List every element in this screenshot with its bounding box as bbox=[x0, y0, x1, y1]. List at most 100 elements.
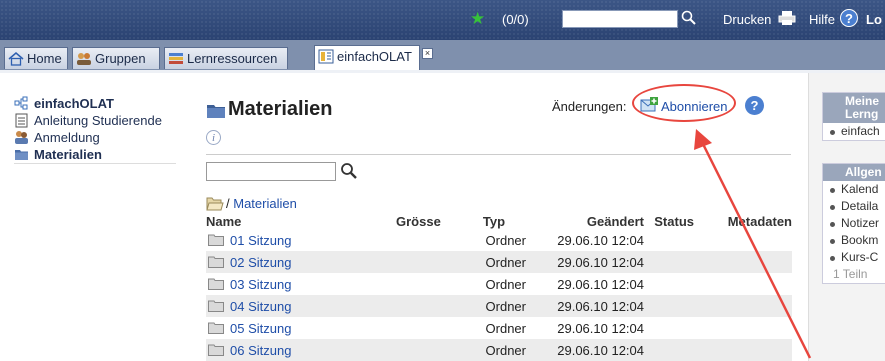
table-row: 04 Sitzung Ordner 29.06.10 12:04 bbox=[206, 295, 792, 317]
sidebar-link[interactable]: Bookm bbox=[823, 232, 885, 249]
sidebar-link[interactable]: Kalend bbox=[823, 181, 885, 198]
box-title: Meine Lerng bbox=[823, 93, 885, 123]
nav-item-label: Materialien bbox=[34, 147, 102, 162]
tab-bar: Home Gruppen Lernressourcen einfachOLAT … bbox=[0, 40, 885, 73]
file-size bbox=[396, 251, 462, 273]
file-modified: 29.06.10 12:04 bbox=[526, 339, 644, 361]
file-name[interactable]: 05 Sitzung bbox=[206, 317, 396, 339]
file-type: Ordner bbox=[462, 339, 526, 361]
sidebar-link[interactable]: einfach bbox=[823, 123, 885, 140]
column-modified[interactable]: Geändert bbox=[526, 213, 644, 229]
nav-item-label: Anmeldung bbox=[34, 130, 100, 145]
highlight-circle bbox=[632, 84, 736, 122]
arrow-head bbox=[694, 129, 712, 150]
file-name-label: 01 Sitzung bbox=[230, 232, 292, 248]
file-modified: 29.06.10 12:04 bbox=[526, 295, 644, 317]
table-row: 01 Sitzung Ordner 29.06.10 12:04 bbox=[206, 229, 792, 251]
folder-icon bbox=[208, 234, 224, 246]
folder-icon bbox=[208, 322, 224, 334]
table-row: 03 Sitzung Ordner 29.06.10 12:04 bbox=[206, 273, 792, 295]
breadcrumb-current[interactable]: Materialien bbox=[233, 196, 297, 211]
file-name[interactable]: 01 Sitzung bbox=[206, 229, 396, 251]
print-link[interactable]: Drucken bbox=[723, 12, 771, 27]
course-tree-icon bbox=[14, 96, 28, 110]
file-type: Ordner bbox=[462, 251, 526, 273]
printer-icon[interactable] bbox=[778, 10, 796, 26]
breadcrumb-root[interactable]: / bbox=[226, 196, 230, 211]
file-modified: 29.06.10 12:04 bbox=[557, 232, 644, 248]
folder-icon bbox=[208, 300, 224, 312]
file-name-label: 04 Sitzung bbox=[230, 298, 292, 314]
help-icon[interactable]: ? bbox=[840, 9, 858, 27]
tab-learning-resources[interactable]: Lernressourcen bbox=[164, 47, 288, 69]
sidebar-link[interactable]: Detaila bbox=[823, 198, 885, 215]
page-title: Materialien bbox=[228, 98, 333, 120]
help-link[interactable]: Hilfe bbox=[809, 12, 835, 27]
home-icon bbox=[8, 52, 24, 66]
file-type: Ordner bbox=[462, 295, 526, 317]
groups-icon bbox=[77, 53, 91, 65]
column-name[interactable]: Name bbox=[206, 213, 396, 229]
my-learning-groups-box: Meine Lerng einfach bbox=[822, 92, 885, 141]
nav-item-materials[interactable]: Materialien bbox=[14, 146, 176, 164]
search-icon[interactable] bbox=[339, 161, 359, 181]
help-icon[interactable]: ? bbox=[745, 96, 764, 115]
column-size[interactable]: Grösse bbox=[396, 213, 462, 229]
folder-icon bbox=[208, 256, 224, 268]
changes-label: Änderungen: bbox=[552, 99, 627, 114]
file-size bbox=[396, 317, 462, 339]
folder-icon bbox=[208, 278, 224, 290]
tab-einfacholat[interactable]: einfachOLAT bbox=[314, 45, 420, 70]
file-name[interactable]: 03 Sitzung bbox=[206, 273, 396, 295]
box-title: Allgen bbox=[823, 164, 885, 181]
table-row: 05 Sitzung Ordner 29.06.10 12:04 bbox=[206, 317, 792, 339]
column-metadata[interactable]: Metadaten bbox=[694, 213, 792, 229]
file-name-label: 02 Sitzung bbox=[230, 254, 292, 270]
nav-item-guide[interactable]: Anleitung Studierende bbox=[14, 112, 176, 129]
tab-groups[interactable]: Gruppen bbox=[72, 47, 160, 69]
file-name-label: 03 Sitzung bbox=[230, 276, 292, 292]
file-size bbox=[396, 229, 462, 251]
global-search-input[interactable] bbox=[562, 10, 678, 28]
participants-count: 1 Teiln bbox=[833, 267, 868, 281]
box-title-line2: Lerng bbox=[845, 107, 879, 121]
course-navigation: einfachOLAT Anleitung Studierende Anmeld… bbox=[14, 95, 176, 164]
folder-search-input[interactable] bbox=[206, 162, 336, 181]
sidebar-link[interactable]: Kurs-C bbox=[823, 249, 885, 266]
bookmark-count: (0/0) bbox=[502, 12, 529, 27]
file-name[interactable]: 04 Sitzung bbox=[206, 295, 396, 317]
top-bar: ★ (0/0) Drucken Hilfe ? Lo bbox=[0, 0, 885, 40]
file-modified: 29.06.10 12:04 bbox=[526, 251, 644, 273]
search-icon[interactable] bbox=[680, 9, 698, 27]
course-icon bbox=[318, 49, 334, 64]
close-tab-icon[interactable]: × bbox=[422, 48, 433, 59]
column-type[interactable]: Typ bbox=[462, 213, 526, 229]
info-icon[interactable]: i bbox=[206, 130, 221, 145]
divider bbox=[206, 154, 791, 155]
file-size bbox=[396, 273, 462, 295]
tab-learning-resources-label: Lernressourcen bbox=[187, 51, 278, 66]
file-size bbox=[396, 339, 462, 361]
file-type: Ordner bbox=[485, 320, 526, 336]
login-link[interactable]: Lo bbox=[866, 12, 882, 27]
table-row: 02 Sitzung Ordner 29.06.10 12:04 bbox=[206, 251, 792, 273]
nav-item-course-root[interactable]: einfachOLAT bbox=[14, 95, 176, 112]
breadcrumb: / Materialien bbox=[226, 196, 297, 211]
general-box: Allgen Kalend Detaila Notizer Bookm Kurs… bbox=[822, 163, 885, 284]
table-header: Name Grösse Typ Geändert Status Metadate… bbox=[206, 213, 792, 229]
file-name-label: 05 Sitzung bbox=[230, 320, 292, 336]
nav-item-enrollment[interactable]: Anmeldung bbox=[14, 129, 176, 146]
file-size bbox=[396, 295, 462, 317]
tab-home[interactable]: Home bbox=[4, 47, 68, 69]
bookmark-star-icon[interactable]: ★ bbox=[470, 9, 485, 29]
column-status[interactable]: Status bbox=[644, 213, 694, 229]
file-name[interactable]: 06 Sitzung bbox=[206, 339, 396, 361]
table-row: 06 Sitzung Ordner 29.06.10 12:04 bbox=[206, 339, 792, 361]
tab-einfacholat-label: einfachOLAT bbox=[337, 49, 412, 64]
file-name[interactable]: 02 Sitzung bbox=[206, 251, 396, 273]
file-modified: 29.06.10 12:04 bbox=[557, 276, 644, 292]
folder-icon bbox=[15, 150, 28, 160]
file-modified: 29.06.10 12:04 bbox=[557, 320, 644, 336]
sidebar-link[interactable]: Notizer bbox=[823, 215, 885, 232]
file-type: Ordner bbox=[485, 232, 526, 248]
